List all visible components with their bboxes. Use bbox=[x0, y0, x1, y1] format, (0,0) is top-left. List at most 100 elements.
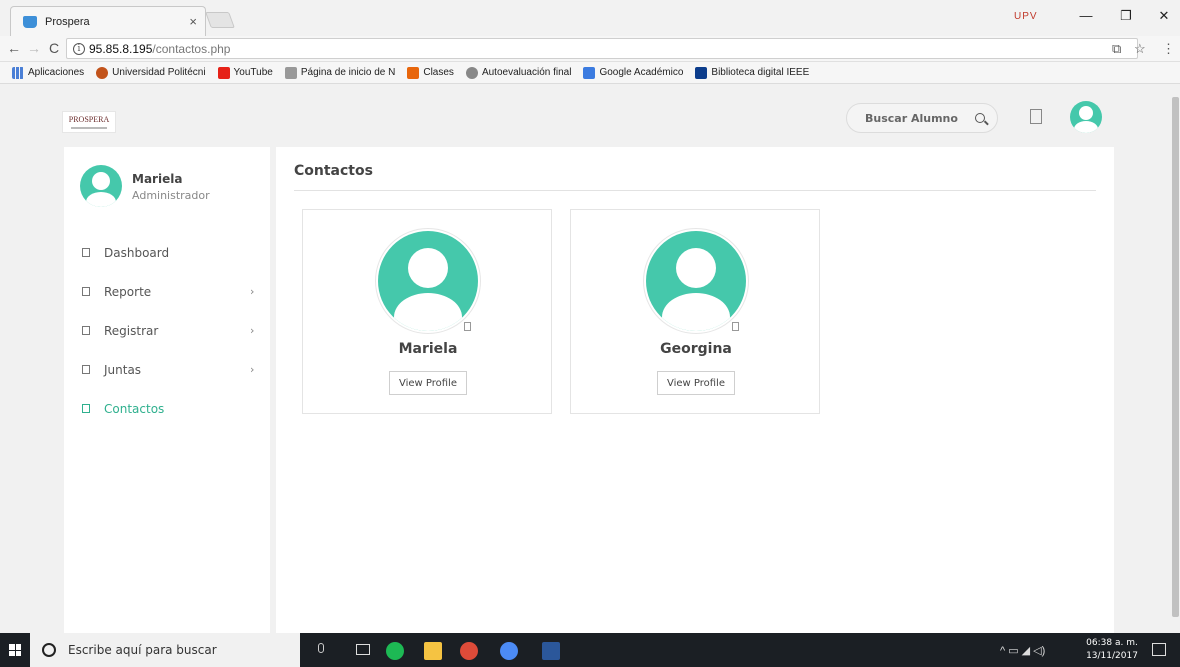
contact-card: Georgina View Profile bbox=[570, 209, 820, 414]
close-window-button[interactable]: ✕ bbox=[1154, 8, 1174, 24]
system-tray[interactable]: ^ ▭ ◢ ◁) bbox=[1000, 644, 1045, 657]
view-profile-button[interactable]: View Profile bbox=[389, 371, 467, 395]
sidebar-item-label: Juntas bbox=[104, 362, 142, 377]
sidebar-item-registrar[interactable]: Registrar › bbox=[82, 311, 262, 350]
taskbar-clock[interactable]: 06:38 a. m. 13/11/2017 bbox=[1084, 637, 1140, 663]
forward-arrow-icon[interactable]: → bbox=[26, 40, 42, 56]
minimize-button[interactable]: — bbox=[1076, 8, 1096, 23]
bookmark-google-academico[interactable]: Google Académico bbox=[583, 66, 683, 79]
user-silhouette-icon bbox=[1070, 101, 1102, 133]
clases-icon bbox=[407, 66, 420, 79]
browser-toolbar: ← → C i 95.85.8.195/contactos.php ⧉ ☆ ⋮ bbox=[0, 36, 1180, 62]
back-arrow-icon[interactable]: ← bbox=[6, 40, 22, 56]
bookmark-autoevaluacion[interactable]: Autoevaluación final bbox=[465, 66, 571, 79]
reload-icon[interactable]: C bbox=[46, 40, 62, 56]
sidebar: Mariela Administrador Dashboard Reporte … bbox=[64, 147, 270, 633]
page-title: Contactos bbox=[294, 163, 373, 179]
microphone-icon[interactable] bbox=[318, 643, 324, 653]
chrome-icon[interactable] bbox=[460, 642, 478, 660]
autoevaluacion-icon bbox=[465, 66, 478, 79]
sidebar-item-contactos[interactable]: Contactos bbox=[82, 389, 262, 428]
bookmark-universidad[interactable]: Universidad Politécni bbox=[96, 66, 206, 79]
bookmark-ieee[interactable]: Biblioteca digital IEEE bbox=[695, 66, 809, 79]
contact-avatar[interactable] bbox=[643, 228, 749, 334]
spotify-icon[interactable] bbox=[386, 642, 404, 660]
sidebar-item-label: Contactos bbox=[104, 401, 165, 416]
sidebar-menu: Dashboard Reporte › Registrar › Juntas ›… bbox=[82, 233, 262, 428]
reporte-icon bbox=[82, 287, 90, 296]
tab-title: Prospera bbox=[45, 15, 90, 28]
windows-logo-icon bbox=[9, 644, 21, 656]
bookmark-star-icon[interactable]: ☆ bbox=[1134, 41, 1146, 57]
unam-icon bbox=[284, 66, 297, 79]
word-icon[interactable] bbox=[542, 642, 560, 660]
dashboard-icon bbox=[82, 248, 90, 257]
browser-tab-strip: Prospera × UPV — ❐ ✕ bbox=[0, 0, 1180, 36]
user-silhouette-icon bbox=[80, 165, 122, 207]
search-icon[interactable] bbox=[975, 113, 985, 123]
contactos-icon bbox=[82, 404, 90, 413]
task-view-icon[interactable] bbox=[356, 644, 370, 655]
translate-icon[interactable]: ⧉ bbox=[1112, 41, 1121, 57]
contact-card: Mariela View Profile bbox=[302, 209, 552, 414]
status-icon bbox=[461, 320, 475, 334]
view-profile-button[interactable]: View Profile bbox=[657, 371, 735, 395]
url-host: 95.85.8.195 bbox=[89, 41, 153, 56]
prospera-logo[interactable]: PROSPERA bbox=[62, 111, 116, 133]
start-button[interactable] bbox=[0, 633, 30, 667]
sidebar-item-reporte[interactable]: Reporte › bbox=[82, 272, 262, 311]
search-input[interactable] bbox=[865, 111, 961, 125]
contact-avatar[interactable] bbox=[375, 228, 481, 334]
profile-badge[interactable]: UPV bbox=[1014, 11, 1038, 22]
bookmarks-bar: Aplicaciones Universidad Politécni YouTu… bbox=[0, 62, 1180, 84]
sidebar-item-juntas[interactable]: Juntas › bbox=[82, 350, 262, 389]
page-scrollbar[interactable] bbox=[1170, 85, 1180, 633]
bookmark-clases[interactable]: Clases bbox=[407, 66, 454, 79]
prospera-favicon-icon bbox=[23, 15, 37, 28]
browser-tab[interactable]: Prospera × bbox=[10, 6, 206, 36]
cortana-icon bbox=[42, 643, 56, 657]
windows-taskbar: Escribe aquí para buscar ^ ▭ ◢ ◁) 06:38 … bbox=[0, 633, 1180, 667]
user-avatar[interactable] bbox=[80, 165, 122, 207]
user-name: Mariela bbox=[132, 172, 183, 186]
status-icon bbox=[729, 320, 743, 334]
contact-name: Mariela bbox=[398, 341, 458, 357]
sidebar-item-label: Dashboard bbox=[104, 245, 170, 260]
apps-grid-icon bbox=[12, 66, 24, 79]
user-silhouette-icon bbox=[646, 231, 746, 331]
chevron-right-icon: › bbox=[250, 285, 255, 298]
address-bar[interactable]: i 95.85.8.195/contactos.php bbox=[66, 38, 1138, 59]
contact-name: Georgina bbox=[660, 341, 732, 357]
title-divider bbox=[294, 190, 1096, 191]
maximize-button[interactable]: ❐ bbox=[1116, 8, 1136, 24]
bookmark-aplicaciones[interactable]: Aplicaciones bbox=[12, 66, 84, 79]
chevron-right-icon: › bbox=[250, 363, 255, 376]
new-tab-button[interactable] bbox=[205, 12, 235, 28]
browser-menu-icon[interactable]: ⋮ bbox=[1162, 41, 1175, 57]
site-info-icon[interactable]: i bbox=[73, 42, 85, 55]
tab-close-icon[interactable]: × bbox=[189, 14, 197, 29]
chevron-right-icon: › bbox=[250, 324, 255, 337]
url-path: /contactos.php bbox=[152, 41, 231, 56]
upv-icon bbox=[96, 66, 109, 79]
scrollbar-thumb[interactable] bbox=[1172, 97, 1179, 617]
user-silhouette-icon bbox=[378, 231, 478, 331]
ieee-icon bbox=[695, 66, 708, 79]
page-viewport: PROSPERA Mariela Administrador Dashboard bbox=[0, 85, 1170, 633]
header-avatar[interactable] bbox=[1070, 101, 1102, 133]
sidebar-item-label: Reporte bbox=[104, 284, 152, 299]
taskbar-search[interactable]: Escribe aquí para buscar bbox=[30, 633, 300, 667]
action-center-icon[interactable] bbox=[1152, 643, 1166, 656]
registrar-icon bbox=[82, 326, 90, 335]
bookmark-pagina-inicio[interactable]: Página de inicio de N bbox=[284, 66, 395, 79]
youtube-icon bbox=[217, 66, 230, 79]
scholar-icon bbox=[583, 66, 596, 79]
sidebar-item-dashboard[interactable]: Dashboard bbox=[82, 233, 262, 272]
bookmark-youtube[interactable]: YouTube bbox=[217, 66, 273, 79]
notification-icon[interactable] bbox=[1030, 109, 1042, 124]
taskbar-search-text: Escribe aquí para buscar bbox=[68, 643, 217, 657]
file-explorer-icon[interactable] bbox=[424, 642, 442, 660]
juntas-icon bbox=[82, 365, 90, 374]
chrome-active-icon[interactable] bbox=[500, 642, 518, 660]
user-role: Administrador bbox=[132, 189, 210, 202]
